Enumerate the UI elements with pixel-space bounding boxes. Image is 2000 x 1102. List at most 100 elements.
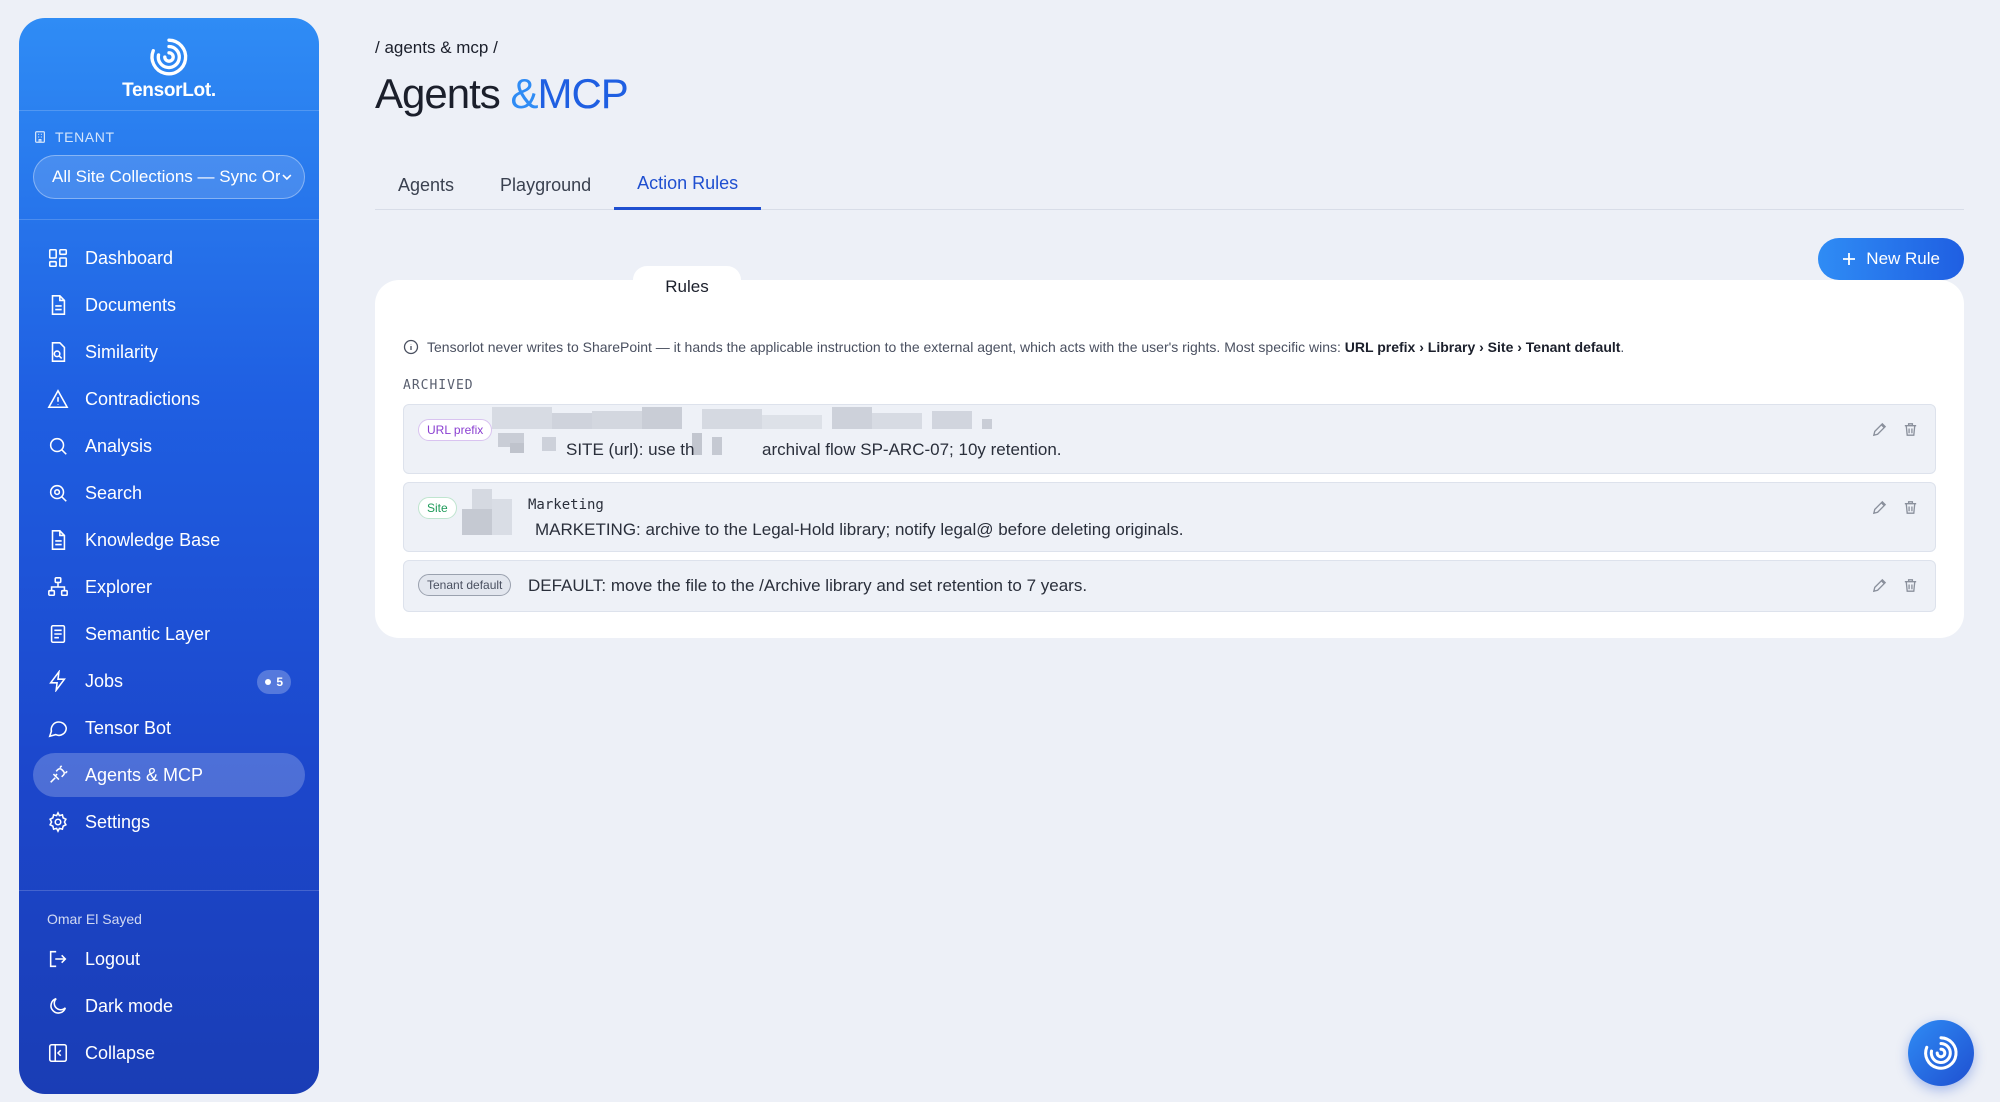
user-name: Omar El Sayed [47,911,142,927]
tenant-select-value: All Site Collections — Sync Or [52,167,281,186]
sidebar-item-agents-mcp[interactable]: Agents & MCP [33,753,305,797]
tab-action-rules[interactable]: Action Rules [614,160,762,210]
rule-actions [1871,421,1919,438]
title-amp: & [510,70,538,117]
logout-label: Logout [85,948,141,969]
trash-icon[interactable] [1902,499,1919,516]
tab-agents[interactable]: Agents [375,160,477,210]
tensorlot-logo-icon [1924,1036,1958,1070]
collapse-label: Collapse [85,1042,156,1063]
rule-instruction-part2: archival flow SP-ARC-07; 10y retention. [762,440,1062,459]
chat-icon [48,721,68,738]
rule-instruction: DEFAULT: move the file to the /Archive l… [528,576,1088,595]
scope-pill-url-prefix: URL prefix [418,419,493,441]
document-icon [51,295,66,315]
collapse-button[interactable]: Collapse [33,1031,305,1075]
brand-name: TensorLot. [122,80,216,101]
badge-count: 5 [276,675,283,689]
scope-pill-site: Site [418,497,457,519]
edit-icon[interactable] [1871,499,1888,516]
rule-instruction: MARKETING: archive to the Legal-Hold lib… [535,520,1184,539]
sidebar-item-label: Dashboard [85,247,174,268]
plug-icon [50,765,68,783]
rule-row[interactable]: URL prefix SITE (url): use th archival f… [403,404,1936,474]
trash-icon[interactable] [1902,577,1919,594]
rules-card: Rules Tensorlot never writes to SharePoi… [375,266,1964,638]
sidebar-item-analysis[interactable]: Analysis [33,424,305,468]
page-title: Agents &MCP [375,70,629,118]
sidebar: TensorLot. TENANT All Site Collections —… [19,18,319,1094]
sidebar-item-similarity[interactable]: Similarity [33,330,305,374]
scope-pill-tenant-default: Tenant default [418,574,512,596]
document-icon [51,530,66,550]
gear-icon [49,811,67,833]
sidebar-item-label: Agents & MCP [85,764,204,785]
similarity-icon [51,342,66,362]
info-text: Tensorlot never writes to SharePoint — i… [427,339,1624,355]
search-plus-icon [49,484,67,502]
info-precedence: URL prefix › Library › Site › Tenant def… [1344,339,1621,355]
hierarchy-icon [48,577,68,597]
sidebar-item-dashboard[interactable]: Dashboard [33,236,305,280]
building-icon [35,131,45,143]
rule-row[interactable]: Site Marketing MARKETING: archive to the… [403,482,1936,552]
tab-bar: Agents Playground Action Rules [375,160,1964,210]
tenant-section: TENANT All Site Collections — Sync Or [19,111,319,219]
sidebar-item-knowledge-base[interactable]: Knowledge Base [33,518,305,562]
sidebar-item-label: Documents [85,294,177,315]
rule-target-site: Marketing [528,497,604,513]
sidebar-item-label: Settings [85,811,151,832]
layers-icon [50,624,66,644]
rule-actions [1871,499,1919,516]
sidebar-item-label: Jobs [85,670,124,691]
sidebar-item-documents[interactable]: Documents [33,283,305,327]
rule-row[interactable]: Tenant default DEFAULT: move the file to… [403,560,1936,612]
brand[interactable]: TensorLot. [19,18,319,110]
assistant-fab-button[interactable] [1908,1020,1974,1086]
sidebar-item-tensor-bot[interactable]: Tensor Bot [33,706,305,750]
logout-button[interactable]: Logout [33,937,305,981]
redacted-mosaic [462,489,522,537]
sidebar-item-label: Semantic Layer [85,623,211,644]
jobs-count-badge: 5 [257,670,291,694]
trash-icon[interactable] [1902,421,1919,438]
new-rule-button[interactable]: New Rule [1818,238,1964,280]
breadcrumb: / agents & mcp / [375,38,498,57]
sidebar-collapse-icon [48,1043,68,1063]
tenant-label: TENANT [33,129,305,145]
info-end: . [1620,339,1625,355]
badge-dot [265,679,272,685]
user-block: Omar El Sayed Logout Dark mode Collapse [19,890,319,1094]
sidebar-item-label: Explorer [85,576,153,597]
sidebar-item-label: Similarity [85,341,159,362]
dark-mode-toggle[interactable]: Dark mode [33,984,305,1028]
tensorlot-logo-icon [150,38,188,76]
chevron-down-icon [282,174,292,181]
search-icon [49,437,67,455]
info-icon [403,339,419,355]
dark-mode-label: Dark mode [85,995,174,1016]
sidebar-item-jobs[interactable]: Jobs 5 [33,659,305,703]
user-actions: Logout Dark mode Collapse [19,937,319,1094]
title-part2: MCP [537,70,628,117]
sidebar-item-search[interactable]: Search [33,471,305,515]
tab-playground[interactable]: Playground [477,160,614,210]
sidebar-item-label: Analysis [85,435,153,456]
group-label-archived: ARCHIVED [403,378,474,393]
sidebar-item-contradictions[interactable]: Contradictions [33,377,305,421]
rules-card-tab[interactable]: Rules [633,266,741,308]
warning-icon [47,389,69,409]
edit-icon[interactable] [1871,577,1888,594]
bolt-icon [49,670,66,692]
edit-icon[interactable] [1871,421,1888,438]
moon-icon [50,997,67,1014]
rule-instruction-part1: SITE (url): use th [566,440,695,459]
sidebar-item-explorer[interactable]: Explorer [33,565,305,609]
plus-icon [1843,253,1856,265]
info-text-main: Tensorlot never writes to SharePoint — i… [427,339,1341,355]
tenant-select[interactable]: All Site Collections — Sync Or [33,155,305,199]
sidebar-item-settings[interactable]: Settings [33,800,305,844]
sidebar-item-semantic-layer[interactable]: Semantic Layer [33,612,305,656]
logout-icon [49,950,67,968]
info-notice: Tensorlot never writes to SharePoint — i… [403,339,1944,355]
